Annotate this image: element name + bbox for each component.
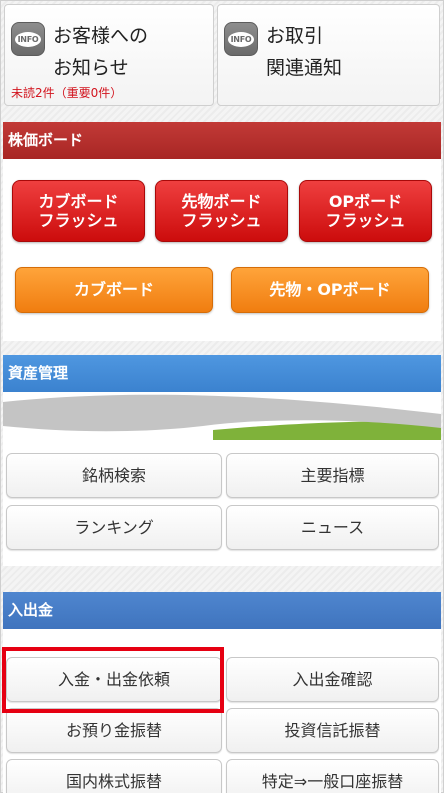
info-icon: INFO <box>11 22 45 56</box>
domestic-stock-transfer-button[interactable]: 国内株式振替 <box>6 759 222 793</box>
notice-title-line2: お知らせ <box>53 57 129 79</box>
stock-board-header: 株価ボード <box>3 122 441 159</box>
deposit-withdrawal-request-button[interactable]: 入金・出金依頼 <box>6 657 222 702</box>
decorative-wave <box>3 392 441 440</box>
asset-management-header: 資産管理 <box>3 355 441 392</box>
kabu-board-flash-button[interactable]: カブボード フラッシュ <box>12 180 145 242</box>
ranking-button[interactable]: ランキング <box>6 505 222 550</box>
notice-title-line2: 関連通知 <box>266 57 343 79</box>
notice-title-line1: お取引 <box>266 25 324 47</box>
customer-notice-button[interactable]: INFO お客様への お知らせ 未読2件（重要0件） <box>4 4 214 106</box>
trade-notice-button[interactable]: INFO お取引 関連通知 <box>217 4 440 106</box>
deposit-withdrawal-header: 入出金 <box>3 592 441 629</box>
major-indicators-button[interactable]: 主要指標 <box>226 453 439 498</box>
news-button[interactable]: ニュース <box>226 505 439 550</box>
deposit-withdrawal-confirm-button[interactable]: 入出金確認 <box>226 657 439 702</box>
unread-count: 未読2件（重要0件） <box>11 86 123 100</box>
specific-to-general-account-transfer-button[interactable]: 特定⇒一般口座振替 <box>226 759 439 793</box>
op-board-flash-button[interactable]: OPボード フラッシュ <box>299 180 432 242</box>
futures-board-flash-button[interactable]: 先物ボード フラッシュ <box>155 180 288 242</box>
deposit-transfer-button[interactable]: お預り金振替 <box>6 708 222 753</box>
info-icon: INFO <box>224 22 258 56</box>
notice-title-line1: お客様への <box>53 25 149 47</box>
investment-trust-transfer-button[interactable]: 投資信託振替 <box>226 708 439 753</box>
stock-search-button[interactable]: 銘柄検索 <box>6 453 222 498</box>
kabu-board-button[interactable]: カブボード <box>15 267 213 313</box>
futures-op-board-button[interactable]: 先物・OPボード <box>231 267 429 313</box>
